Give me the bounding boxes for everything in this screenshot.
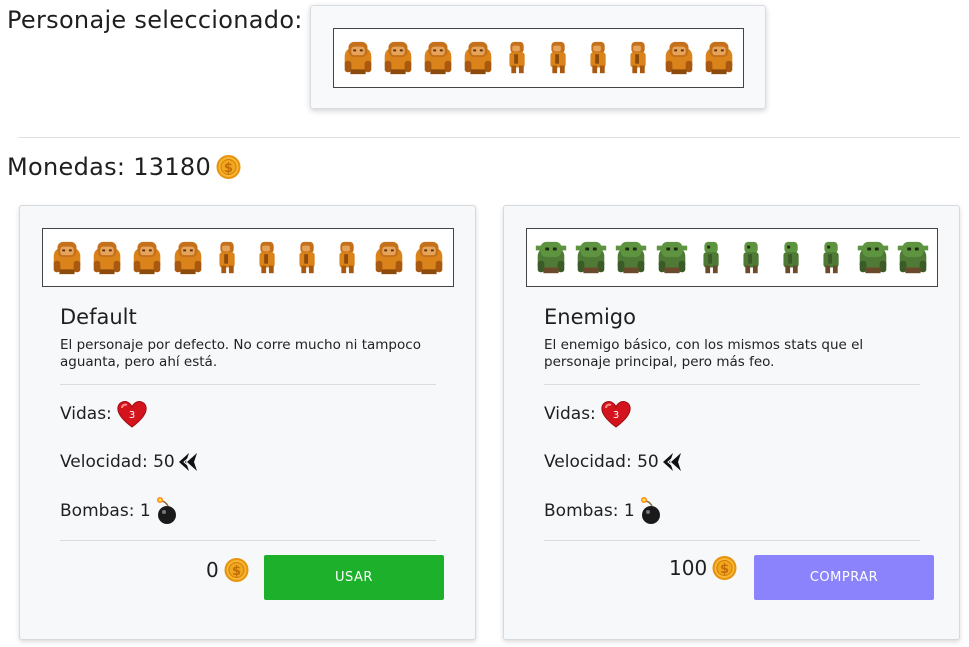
character-sprite xyxy=(53,241,81,274)
section-divider xyxy=(18,137,960,138)
lives-stat: Vidas: 3 xyxy=(544,399,632,429)
coins-label: Monedas: 13180 xyxy=(7,153,212,181)
card-title: Enemigo xyxy=(544,305,636,329)
card-divider xyxy=(60,540,436,541)
bombs-label: Bombas: 1 xyxy=(544,501,635,521)
speed-stat: Velocidad: 50 xyxy=(544,451,683,473)
character-sprite xyxy=(219,241,235,273)
bombs-stat: Bombas: 1 xyxy=(544,496,663,526)
lives-value: 3 xyxy=(129,410,135,421)
speed-icon xyxy=(662,453,681,471)
lives-value: 3 xyxy=(613,410,619,421)
card-divider xyxy=(544,540,920,541)
bomb-icon xyxy=(640,497,660,524)
buy-button[interactable]: COMPRAR xyxy=(754,555,934,600)
character-sprite xyxy=(823,241,840,273)
bomb-icon xyxy=(156,497,176,524)
lives-stat: Vidas: 3 xyxy=(60,399,148,429)
character-sprite xyxy=(93,241,121,274)
card-divider xyxy=(544,384,920,385)
coin-icon xyxy=(223,557,249,583)
character-sprite xyxy=(897,241,928,273)
character-sprite xyxy=(743,241,759,273)
character-sprite xyxy=(857,241,888,273)
card-description: El enemigo básico, con los mismos stats … xyxy=(544,337,864,370)
character-sprite xyxy=(384,41,412,75)
character-card-default: Default El personaje por defecto. No cor… xyxy=(19,205,476,640)
card-divider xyxy=(60,384,436,385)
selected-character-card xyxy=(310,5,766,109)
card-title: Default xyxy=(60,305,137,329)
heart-icon: 3 xyxy=(601,401,631,428)
card-sprite-strip xyxy=(526,228,938,287)
character-sprite xyxy=(703,241,719,273)
speed-icon xyxy=(178,453,197,471)
speed-stat: Velocidad: 50 xyxy=(60,451,199,473)
coin-icon xyxy=(216,154,242,180)
speed-label: Velocidad: 50 xyxy=(60,452,175,472)
speed-label: Velocidad: 50 xyxy=(544,452,659,472)
character-sprite xyxy=(783,241,799,273)
character-sprite xyxy=(656,241,687,273)
character-sprite xyxy=(424,41,452,75)
character-sprite xyxy=(134,241,161,274)
character-sprite xyxy=(339,241,356,273)
use-button[interactable]: USAR xyxy=(264,555,444,600)
character-sprite xyxy=(535,241,567,273)
character-sprite xyxy=(174,241,201,274)
lives-label: Vidas: xyxy=(60,404,112,424)
bombs-label: Bombas: 1 xyxy=(60,501,151,521)
character-sprite xyxy=(665,41,693,75)
card-sprite-strip xyxy=(42,228,454,287)
heart-icon: 3 xyxy=(117,401,147,428)
character-sprite xyxy=(705,41,733,75)
price-tag: 100 xyxy=(669,553,738,583)
price-value: 0 xyxy=(206,558,219,582)
character-sprite xyxy=(344,41,372,75)
coin-icon xyxy=(712,555,738,581)
character-sprite xyxy=(576,241,607,273)
lives-label: Vidas: xyxy=(544,404,596,424)
coins-balance: Monedas: 13180 xyxy=(7,152,242,182)
character-sprite xyxy=(465,41,492,75)
character-sprite xyxy=(375,241,402,274)
character-sprite xyxy=(509,41,526,74)
selected-character-label: Personaje seleccionado: xyxy=(7,6,303,34)
price-tag: 0 xyxy=(206,555,250,585)
character-sprite xyxy=(259,241,275,273)
character-sprite xyxy=(299,241,315,273)
character-sprite xyxy=(630,41,646,74)
card-description: El personaje por defecto. No corre mucho… xyxy=(60,337,421,370)
character-sprite xyxy=(590,41,606,74)
character-sprite xyxy=(616,241,647,273)
character-card-enemigo: Enemigo El enemigo básico, con los mismo… xyxy=(503,205,960,640)
price-value: 100 xyxy=(669,556,708,580)
character-sprite xyxy=(549,41,566,74)
character-sprite xyxy=(415,241,443,274)
bombs-stat: Bombas: 1 xyxy=(60,496,179,526)
selected-sprite-strip xyxy=(333,28,744,88)
